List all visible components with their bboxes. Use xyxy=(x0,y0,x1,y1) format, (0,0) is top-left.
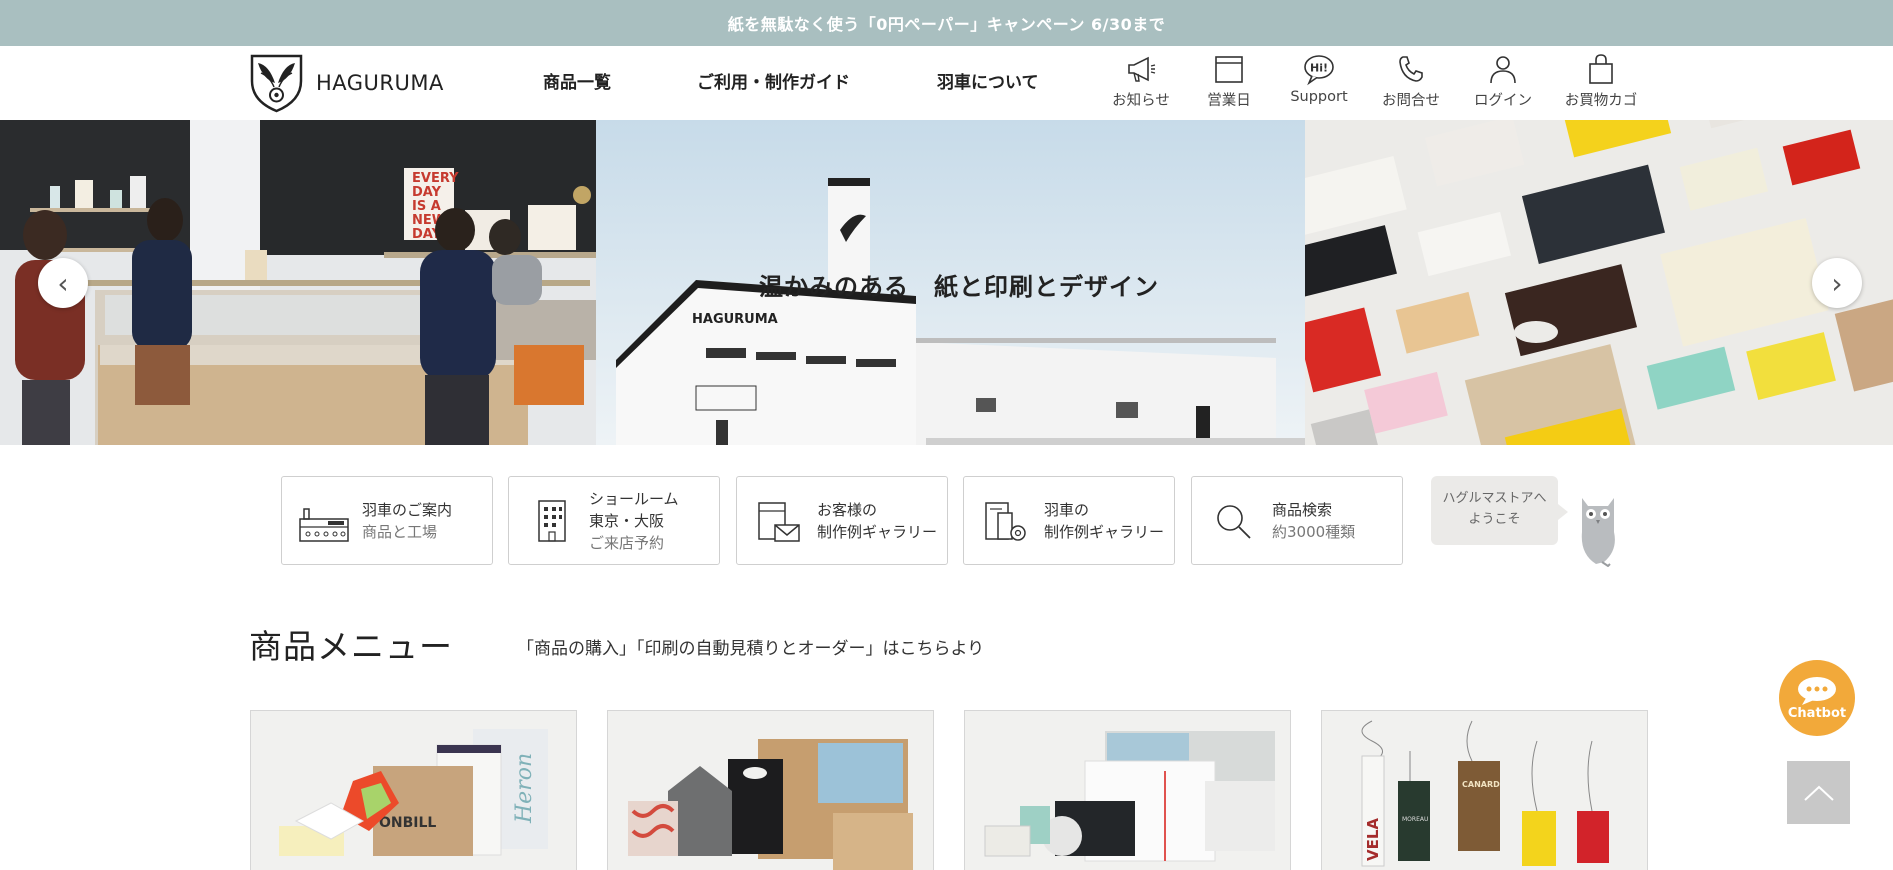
util-login-label: ログイン xyxy=(1474,93,1532,109)
util-contact[interactable]: お問合せ xyxy=(1371,52,1451,110)
logo-text: HAGURUMA xyxy=(316,71,444,95)
quicklink-search[interactable]: 商品検索 約3000種類 xyxy=(1191,476,1403,565)
nav-products[interactable]: 商品一覧 xyxy=(543,68,611,93)
quicklink-customer-gallery-sub: 制作例ギャラリー xyxy=(817,522,938,541)
hero-caption: 温かみのある 紙と印刷とデザイン xyxy=(759,273,1159,301)
campaign-text: 紙を無駄なく使う「0円ペーパー」キャンペーン 6/30まで xyxy=(727,15,1166,34)
haguruma-wing-logo-icon xyxy=(250,54,303,113)
welcome-bubble[interactable]: ハグルマストアへ ようこそ xyxy=(1431,476,1568,545)
product-card-tags[interactable]: VELA MOREAU CANARD xyxy=(1321,710,1648,870)
chatbot-button[interactable]: Chatbot xyxy=(1779,660,1855,736)
hi-bubble-icon: Hi! xyxy=(1304,55,1334,86)
chevron-up-icon xyxy=(1803,785,1834,801)
quicklink-showroom-sub: ご来店予約 xyxy=(589,533,665,552)
phone-icon xyxy=(1399,56,1423,82)
quicklink-about-title: 羽車のご案内 xyxy=(362,500,453,519)
product-card-stationery[interactable] xyxy=(964,710,1291,870)
onbill-label: ONBILL xyxy=(379,815,436,831)
nav-about[interactable]: 羽車について xyxy=(937,68,1039,93)
svg-text:Hi!: Hi! xyxy=(1310,62,1328,75)
quicklink-about[interactable]: 羽車のご案内 商品と工場 xyxy=(281,476,493,565)
campaign-banner[interactable]: 紙を無駄なく使う「0円ペーパー」キャンペーン 6/30まで xyxy=(0,0,1893,46)
site-logo[interactable]: HAGURUMA xyxy=(249,53,444,113)
chat-bubble-icon xyxy=(1798,676,1836,705)
quicklink-showroom[interactable]: ショールーム 東京・大阪 ご来店予約 xyxy=(508,476,720,565)
svg-text:DAY: DAY xyxy=(412,185,442,200)
quicklink-customer-gallery-title: お客様の xyxy=(817,500,878,519)
util-calendar-label: 営業日 xyxy=(1207,93,1251,109)
util-calendar[interactable]: 営業日 xyxy=(1189,52,1269,110)
quicklink-haguruma-gallery-title: 羽車の xyxy=(1044,500,1090,519)
quicklink-haguruma-gallery-sub: 制作例ギャラリー xyxy=(1044,522,1165,541)
util-login[interactable]: ログイン xyxy=(1463,52,1543,110)
product-menu-subtitle: 「商品の購入」「印刷の自動見積りとオーダー」はこちらより xyxy=(517,639,985,659)
quicklink-showroom-title: ショールーム xyxy=(589,489,679,508)
product-image-envelopes: Heron ONBILL xyxy=(251,711,576,870)
util-cart-label: お買物カゴ xyxy=(1564,93,1638,109)
welcome-line-1: ハグルマストアへ xyxy=(1442,491,1547,506)
product-menu-title: 商品メニュー xyxy=(249,627,453,666)
chevron-right-icon: › xyxy=(1831,266,1843,300)
building-sign: HAGURUMA xyxy=(692,312,778,327)
building-icon xyxy=(538,499,566,542)
heron-label: Heron xyxy=(512,753,537,824)
product-image-stationery xyxy=(965,711,1290,870)
canard-label: CANARD xyxy=(1462,780,1500,789)
factory-icon xyxy=(299,507,349,542)
util-support-label: Support xyxy=(1290,89,1348,105)
product-card-packaging[interactable] xyxy=(607,710,934,870)
quicklink-showroom-cities: 東京・大阪 xyxy=(589,511,665,530)
quicklink-about-sub: 商品と工場 xyxy=(362,522,438,541)
hero-showroom-image: EVERY DAY IS A NEW DAY xyxy=(0,120,596,445)
shopping-bag-icon xyxy=(1589,54,1613,84)
util-news-label: お知らせ xyxy=(1112,93,1170,109)
util-contact-label: お問合せ xyxy=(1382,93,1440,109)
util-news[interactable]: お知らせ xyxy=(1101,52,1181,110)
quicklink-haguruma-gallery[interactable]: 羽車の 制作例ギャラリー xyxy=(963,476,1175,565)
site-header: HAGURUMA 商品一覧 ご利用・制作ガイド 羽車について お知らせ 営業日 … xyxy=(0,46,1893,120)
product-image-tags: VELA MOREAU CANARD xyxy=(1322,711,1647,870)
user-icon xyxy=(1490,56,1516,84)
haguruma-gallery-icon xyxy=(985,501,1026,541)
util-cart[interactable]: お買物カゴ xyxy=(1561,52,1641,110)
chevron-left-icon: ‹ xyxy=(57,266,69,300)
quicklink-search-sub: 約3000種類 xyxy=(1272,522,1356,541)
owl-mascot-icon xyxy=(1581,498,1615,567)
quicklink-search-title: 商品検索 xyxy=(1272,500,1333,519)
search-icon xyxy=(1217,504,1251,539)
chatbot-label: Chatbot xyxy=(1787,705,1847,721)
scroll-top-button[interactable] xyxy=(1787,761,1850,824)
svg-text:EVERY: EVERY xyxy=(412,171,459,186)
calendar-icon xyxy=(1215,56,1243,83)
welcome-line-2: ようこそ xyxy=(1468,512,1521,527)
hero-envelopes-image xyxy=(1305,120,1893,445)
util-support[interactable]: Hi! Support xyxy=(1279,52,1359,105)
megaphone-icon xyxy=(1128,56,1156,82)
vela-label: VELA xyxy=(1364,818,1382,861)
customer-gallery-icon xyxy=(758,501,800,542)
slider-next-button[interactable]: › xyxy=(1812,258,1862,308)
slider-prev-button[interactable]: ‹ xyxy=(38,258,88,308)
product-image-packaging xyxy=(608,711,933,870)
moreau-label: MOREAU xyxy=(1402,816,1428,823)
product-card-envelopes[interactable]: Heron ONBILL xyxy=(250,710,577,870)
quicklink-customer-gallery[interactable]: お客様の 制作例ギャラリー xyxy=(736,476,948,565)
svg-text:IS A: IS A xyxy=(412,199,441,214)
nav-guide[interactable]: ご利用・制作ガイド xyxy=(697,68,850,93)
hero-slider[interactable]: EVERY DAY IS A NEW DAY HAGURUMA 温かみのある 紙… xyxy=(0,120,1893,445)
